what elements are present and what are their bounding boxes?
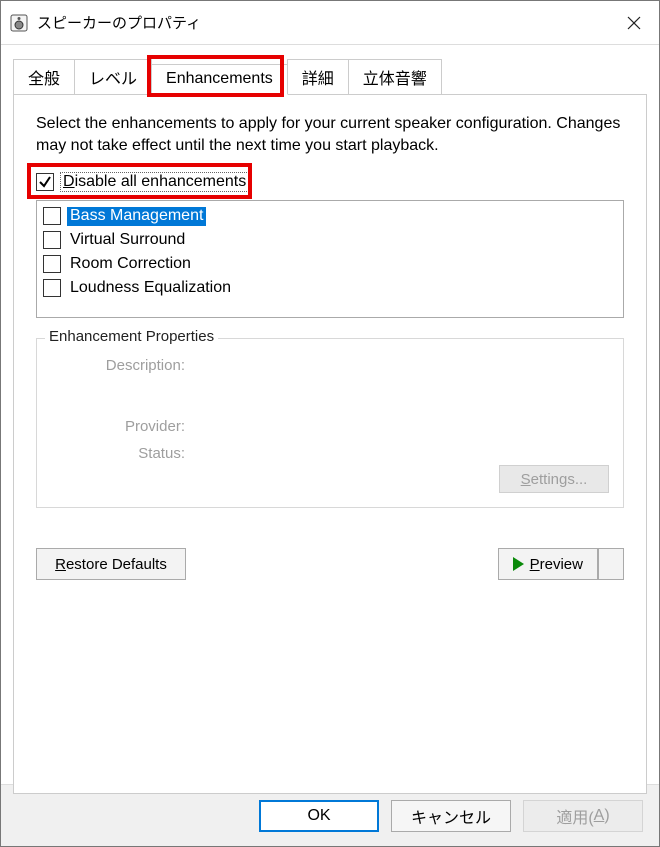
- close-button[interactable]: [609, 1, 659, 45]
- cancel-button[interactable]: キャンセル: [391, 800, 511, 832]
- property-row: Description:: [51, 357, 609, 374]
- tab-general[interactable]: 全般: [13, 59, 75, 95]
- checkbox-icon[interactable]: [43, 279, 61, 297]
- instruction-text: Select the enhancements to apply for you…: [36, 113, 624, 156]
- description-label: Description:: [51, 357, 191, 374]
- tab-levels[interactable]: レベル: [74, 59, 152, 95]
- tab-row: 全般 レベル Enhancements 詳細 立体音響: [1, 59, 659, 95]
- preview-button[interactable]: Preview: [498, 548, 598, 580]
- enhancement-list[interactable]: Bass Management Virtual Surround Room Co…: [36, 200, 624, 318]
- tab-spatial[interactable]: 立体音響: [348, 59, 442, 95]
- apply-button: 適用(A): [523, 800, 643, 832]
- enhancement-properties-group: Enhancement Properties Description: Prov…: [36, 338, 624, 508]
- list-item-label: Loudness Equalization: [67, 279, 234, 298]
- disable-all-checkbox[interactable]: [36, 173, 54, 191]
- speaker-icon: [9, 13, 29, 33]
- preview-split-button[interactable]: Preview: [498, 548, 624, 580]
- provider-label: Provider:: [51, 418, 191, 435]
- title-bar: スピーカーのプロパティ: [1, 1, 659, 45]
- restore-defaults-button[interactable]: Restore Defaults: [36, 548, 186, 580]
- settings-button: Settings...: [499, 465, 609, 493]
- property-row: Status:: [51, 445, 609, 462]
- list-item-label: Bass Management: [67, 207, 206, 226]
- tab-advanced[interactable]: 詳細: [287, 59, 349, 95]
- disable-all-label: Disable all enhancements: [60, 172, 249, 192]
- checkbox-icon[interactable]: [43, 207, 61, 225]
- ok-button[interactable]: OK: [259, 800, 379, 832]
- list-item-label: Virtual Surround: [67, 231, 188, 250]
- lower-button-row: Restore Defaults Preview: [36, 548, 624, 580]
- list-item[interactable]: Virtual Surround: [41, 228, 619, 252]
- property-row: Provider:: [51, 418, 609, 435]
- disable-all-row[interactable]: Disable all enhancements: [36, 170, 624, 194]
- checkbox-icon[interactable]: [43, 231, 61, 249]
- preview-dropdown[interactable]: [598, 548, 624, 580]
- list-item[interactable]: Room Correction: [41, 252, 619, 276]
- checkbox-icon[interactable]: [43, 255, 61, 273]
- tab-enhancements[interactable]: Enhancements: [151, 64, 288, 95]
- list-item[interactable]: Loudness Equalization: [41, 276, 619, 300]
- tab-panel: Select the enhancements to apply for you…: [13, 94, 647, 794]
- window-title: スピーカーのプロパティ: [37, 12, 609, 33]
- status-label: Status:: [51, 445, 191, 462]
- list-item[interactable]: Bass Management: [41, 204, 619, 228]
- play-icon: [513, 557, 524, 571]
- group-legend: Enhancement Properties: [45, 328, 218, 345]
- list-item-label: Room Correction: [67, 255, 194, 274]
